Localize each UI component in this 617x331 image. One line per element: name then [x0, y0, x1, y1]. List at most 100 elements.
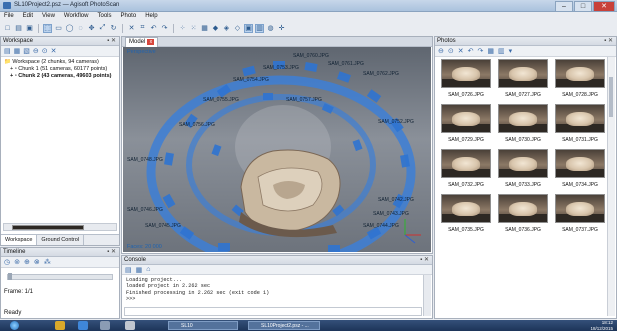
- show-cameras-icon[interactable]: ▣: [244, 23, 253, 33]
- save-log-icon[interactable]: ▤: [125, 266, 132, 274]
- photo-item[interactable]: SAM_0737.JPG: [554, 194, 606, 233]
- solid-icon[interactable]: ▦: [200, 24, 209, 33]
- rotate-region-icon[interactable]: ↻: [109, 24, 118, 33]
- app-icon: [3, 2, 11, 9]
- tree-chunk-2[interactable]: + ▫ Chunk 2 (43 cameras, 49603 points): [4, 73, 116, 80]
- app-taskbar-icon[interactable]: [100, 321, 110, 330]
- disable-icon[interactable]: ⊙: [448, 47, 454, 55]
- add-chunk-icon[interactable]: ▤: [4, 47, 11, 55]
- delete-icon[interactable]: ✕: [127, 24, 136, 33]
- taskbar-item-sl10[interactable]: SL10: [168, 321, 238, 330]
- timeline-dock-icon[interactable]: ▪ ✕: [107, 248, 116, 256]
- resize-region-icon[interactable]: ⤢: [98, 24, 107, 33]
- menu-file[interactable]: File: [4, 12, 14, 21]
- timeline-slider[interactable]: [7, 273, 113, 280]
- photo-item[interactable]: SAM_0729.JPG: [440, 104, 492, 143]
- import-icon[interactable]: ▧: [23, 47, 30, 55]
- tab-workspace[interactable]: Workspace: [1, 235, 38, 245]
- menu-tools[interactable]: Tools: [97, 12, 111, 21]
- show-region-icon[interactable]: ▥: [255, 23, 264, 33]
- menu-workflow[interactable]: Workflow: [64, 12, 89, 21]
- photo-thumbnail: [441, 104, 491, 133]
- open-icon[interactable]: ▤: [14, 24, 23, 33]
- redo-icon[interactable]: ↷: [160, 24, 169, 33]
- tab-ground-control[interactable]: Ground Control: [37, 235, 85, 245]
- navigation-icon[interactable]: ⬚: [43, 23, 52, 33]
- tab-model[interactable]: Model x: [125, 37, 159, 47]
- loop-icon[interactable]: ⊚: [14, 258, 20, 266]
- photo-item[interactable]: SAM_0731.JPG: [554, 104, 606, 143]
- menu-view[interactable]: View: [42, 12, 55, 21]
- photo-item[interactable]: SAM_0736.JPG: [497, 194, 549, 233]
- menu-help[interactable]: Help: [145, 12, 157, 21]
- move-region-icon[interactable]: ✥: [87, 24, 96, 33]
- frames-icon[interactable]: ⁂: [44, 258, 51, 266]
- remove-photo-icon[interactable]: ✕: [458, 47, 464, 55]
- photo-item[interactable]: SAM_0732.JPG: [440, 149, 492, 188]
- reset-view-icon[interactable]: ✛: [277, 24, 286, 33]
- start-button[interactable]: [10, 321, 19, 330]
- thumbnails-dropdown-icon[interactable]: ▾: [509, 47, 513, 55]
- clear-log-icon[interactable]: ▦: [136, 266, 143, 274]
- faces-label: Faces: 20 000: [127, 244, 162, 250]
- close-item-icon[interactable]: ✕: [51, 47, 57, 55]
- minimize-button[interactable]: –: [555, 1, 573, 12]
- browser-taskbar-icon[interactable]: [78, 321, 88, 330]
- photoscan-window: SL10Project2.psz — Agisoft PhotoScan – □…: [0, 0, 617, 331]
- photo-thumbnail: [555, 149, 605, 178]
- free-select-icon[interactable]: ◌: [76, 24, 85, 33]
- textured-icon[interactable]: ◆: [211, 24, 220, 33]
- rotate-left-icon[interactable]: ↶: [468, 47, 474, 55]
- circle-select-icon[interactable]: ◯: [65, 24, 74, 33]
- taskbar-item-project[interactable]: SL10Project2.psz - ...: [248, 321, 320, 330]
- shaded-icon[interactable]: ◈: [222, 24, 231, 33]
- photos-scrollbar[interactable]: [607, 57, 615, 316]
- new-icon[interactable]: □: [3, 24, 12, 33]
- rect-select-icon[interactable]: ▭: [54, 24, 63, 33]
- menu-photo[interactable]: Photo: [121, 12, 137, 21]
- photo-item[interactable]: SAM_0735.JPG: [440, 194, 492, 233]
- rotate-right-icon[interactable]: ↷: [478, 47, 484, 55]
- photo-item[interactable]: SAM_0733.JPG: [497, 149, 549, 188]
- clock[interactable]: 18:12 18/12/2015: [590, 320, 613, 331]
- app-taskbar-icon[interactable]: [125, 321, 135, 330]
- photo-item[interactable]: SAM_0728.JPG: [554, 59, 606, 98]
- details-icon[interactable]: ▥: [498, 47, 505, 55]
- workspace-panel: Workspace ▪ ✕ ▤ ▦ ▧ ⊖ ⊙ ✕ 📁 Workspace (2…: [0, 36, 120, 246]
- explorer-taskbar-icon[interactable]: [55, 321, 65, 330]
- run-script-icon[interactable]: ⌂: [146, 266, 150, 273]
- photos-dock-icon[interactable]: ▪ ✕: [604, 37, 613, 45]
- maximize-button[interactable]: □: [574, 1, 592, 12]
- add-photos-icon[interactable]: ▦: [14, 47, 21, 55]
- remove-icon[interactable]: ⊖: [33, 47, 39, 55]
- trackball-icon[interactable]: ◍: [266, 24, 275, 33]
- tree-root[interactable]: 📁 Workspace (2 chunks, 94 cameras): [4, 59, 116, 66]
- point-cloud-icon[interactable]: ⁘: [178, 24, 187, 33]
- workspace-scrollbar[interactable]: [3, 223, 117, 231]
- photo-caption: SAM_0730.JPG: [505, 137, 541, 143]
- photo-item[interactable]: SAM_0727.JPG: [497, 59, 549, 98]
- tree-chunk-1[interactable]: + ▫ Chunk 1 (51 cameras, 60177 points): [4, 66, 116, 73]
- crop-icon[interactable]: ⌗: [138, 24, 147, 33]
- model-viewport[interactable]: Perspective SAM_0760.JPG SAM_0761.JPG SA…: [123, 47, 431, 252]
- add-frame-icon[interactable]: ⊕: [24, 258, 30, 266]
- photo-item[interactable]: SAM_0734.JPG: [554, 149, 606, 188]
- view-icon[interactable]: ▦: [487, 47, 494, 55]
- camera-label: SAM_0748.JPG: [127, 157, 163, 163]
- settings-icon[interactable]: ⊙: [42, 47, 48, 55]
- undo-icon[interactable]: ↶: [149, 24, 158, 33]
- play-icon[interactable]: ◷: [4, 258, 10, 266]
- save-icon[interactable]: ▣: [25, 24, 34, 33]
- photo-item[interactable]: SAM_0730.JPG: [497, 104, 549, 143]
- remove-frame-icon[interactable]: ⊗: [34, 258, 40, 266]
- close-button[interactable]: ✕: [593, 1, 615, 12]
- dense-cloud-icon[interactable]: ⁙: [189, 24, 198, 33]
- enable-icon[interactable]: ⊖: [438, 47, 444, 55]
- close-tab-icon[interactable]: x: [147, 39, 155, 45]
- photo-item[interactable]: SAM_0726.JPG: [440, 59, 492, 98]
- dock-close-icon[interactable]: ▪ ✕: [107, 37, 116, 45]
- console-dock-icon[interactable]: ▪ ✕: [420, 256, 429, 264]
- menu-edit[interactable]: Edit: [23, 12, 33, 21]
- wireframe-icon[interactable]: ◇: [233, 24, 242, 33]
- console-title: Console: [124, 257, 147, 263]
